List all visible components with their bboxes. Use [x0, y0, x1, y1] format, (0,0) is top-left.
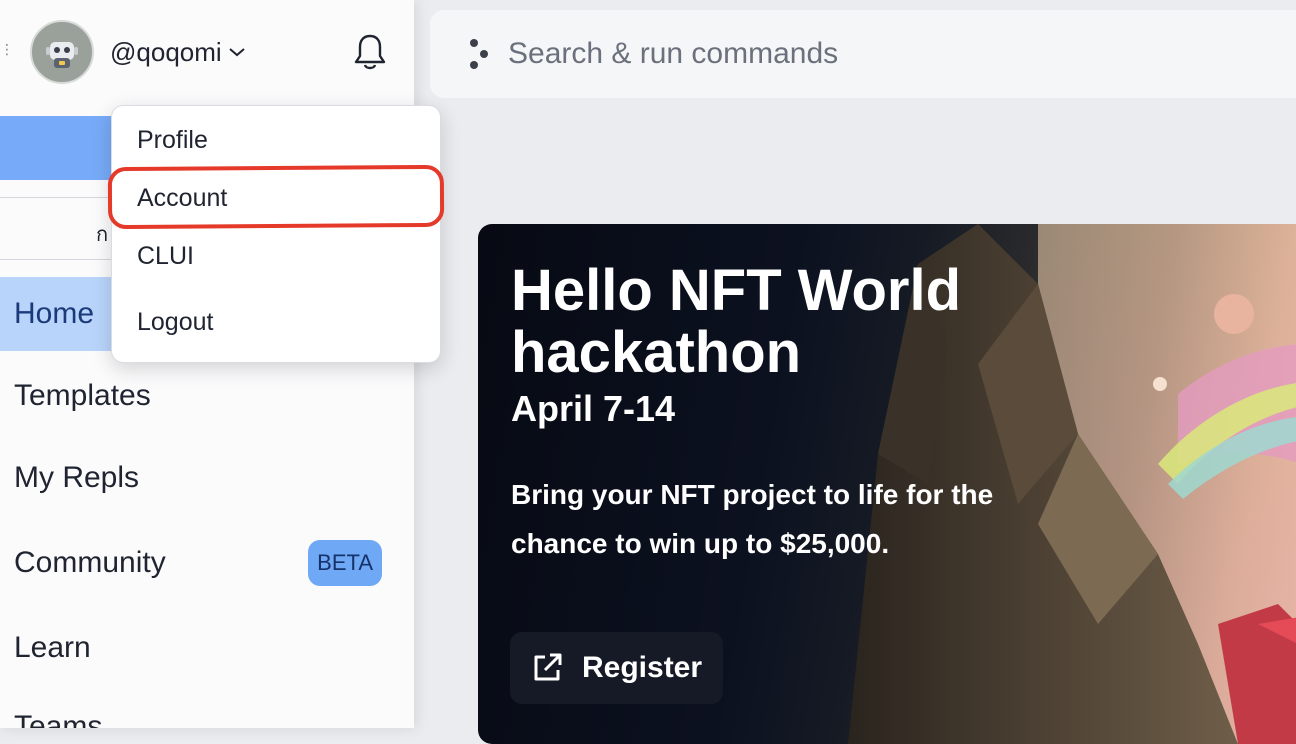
banner-description: Bring your NFT project to life for the c…	[511, 479, 994, 559]
sidebar-item-label: Teams	[14, 710, 103, 728]
user-menu-trigger[interactable]: @qoqomi	[30, 20, 246, 84]
menu-item-logout[interactable]: Logout	[137, 308, 213, 337]
bell-icon	[354, 34, 386, 70]
banner-date: April 7-14	[511, 388, 676, 429]
avatar[interactable]	[30, 20, 94, 84]
register-button[interactable]: Register	[510, 632, 723, 704]
command-dots-icon	[468, 37, 492, 71]
sidebar-item-community[interactable]: Community BETA	[0, 526, 414, 600]
menu-item-profile[interactable]: Profile	[137, 126, 208, 155]
sidebar-search-partial[interactable]: ก	[96, 218, 108, 250]
sidebar-item-label: My Repls	[14, 461, 140, 494]
banner-title: Hello NFT World hackathon	[511, 258, 962, 385]
chevron-down-icon	[228, 46, 246, 58]
sidebar-item-label: Community	[14, 546, 166, 579]
register-button-label: Register	[582, 651, 703, 684]
menu-item-clui[interactable]: CLUI	[137, 242, 194, 271]
hackathon-banner: Hello NFT World hackathon April 7-14 Bri…	[478, 224, 1296, 744]
username-text: @qoqomi	[110, 36, 222, 67]
menu-item-account[interactable]: Account	[137, 184, 227, 213]
command-search-input[interactable]: Search & run commands	[430, 10, 1296, 98]
user-dropdown-menu: Profile Account CLUI Logout	[111, 105, 441, 363]
external-link-icon	[530, 651, 564, 685]
username[interactable]: @qoqomi	[110, 37, 246, 68]
command-search-placeholder: Search & run commands	[508, 37, 839, 70]
notifications-button[interactable]	[349, 30, 391, 74]
beta-badge: BETA	[308, 540, 382, 586]
sidebar-item-templates[interactable]: Templates	[0, 359, 414, 433]
sidebar-item-learn[interactable]: Learn	[0, 611, 414, 685]
sidebar-item-label: Learn	[14, 631, 91, 664]
sidebar-item-label: Templates	[14, 379, 151, 412]
robot-avatar-icon	[46, 42, 78, 68]
sidebar-item-my-repls[interactable]: My Repls	[0, 441, 414, 515]
sidebar-item-label: Home	[14, 297, 95, 330]
sidebar-item-teams[interactable]: Teams	[0, 690, 414, 728]
sidebar-collapse-handle[interactable]: ⋮	[0, 36, 14, 62]
